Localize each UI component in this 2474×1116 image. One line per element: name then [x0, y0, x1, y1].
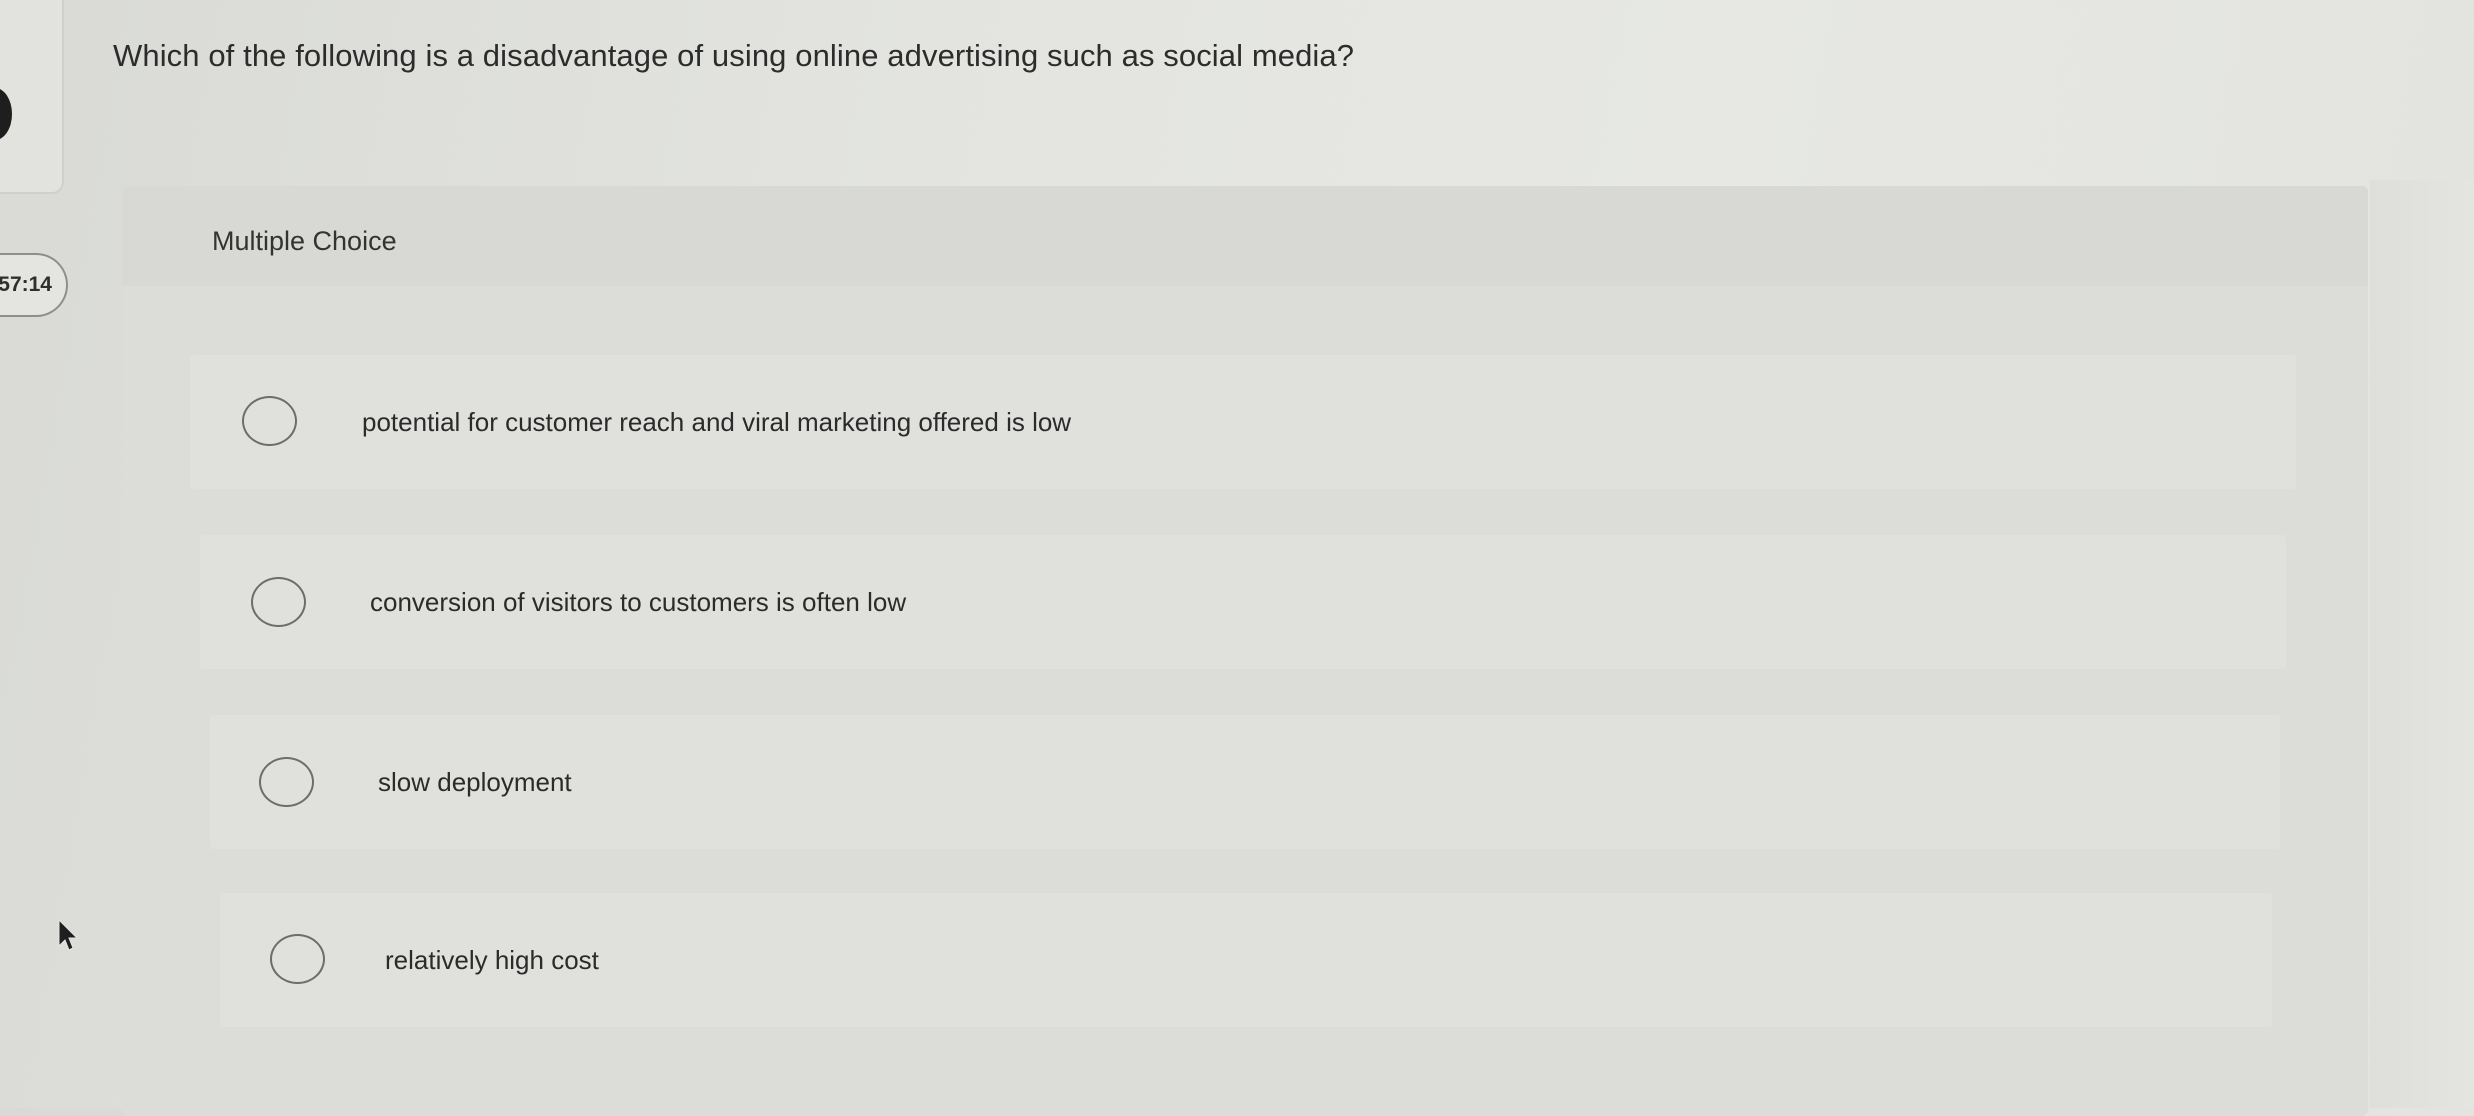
question-text: Which of the following is a disadvantage… — [113, 38, 1355, 73]
answer-option-label: slow deployment — [378, 767, 572, 797]
radio-button-icon[interactable] — [242, 396, 297, 446]
side-panel — [0, 0, 64, 194]
question-type-label: Multiple Choice — [212, 226, 397, 256]
answer-option-3[interactable]: slow deployment — [210, 715, 2280, 849]
page-background-edge — [2370, 180, 2474, 1108]
answer-panel-header: Multiple Choice — [122, 186, 2368, 286]
answer-option-1[interactable]: potential for customer reach and viral m… — [190, 355, 2296, 489]
answer-option-label: potential for customer reach and viral m… — [362, 407, 1072, 437]
mouse-pointer-icon — [58, 918, 79, 951]
answer-option-label: relatively high cost — [385, 945, 599, 975]
radio-button-icon[interactable] — [251, 577, 306, 627]
timer-value: 57:14 — [0, 273, 52, 296]
answer-option-4[interactable]: relatively high cost — [220, 893, 2272, 1027]
timer-badge: 57:14 — [0, 253, 68, 317]
answer-option-2[interactable]: conversion of visitors to customers is o… — [200, 535, 2286, 669]
radio-button-icon[interactable] — [270, 934, 325, 984]
radio-button-icon[interactable] — [259, 757, 314, 807]
answer-option-label: conversion of visitors to customers is o… — [370, 587, 907, 617]
